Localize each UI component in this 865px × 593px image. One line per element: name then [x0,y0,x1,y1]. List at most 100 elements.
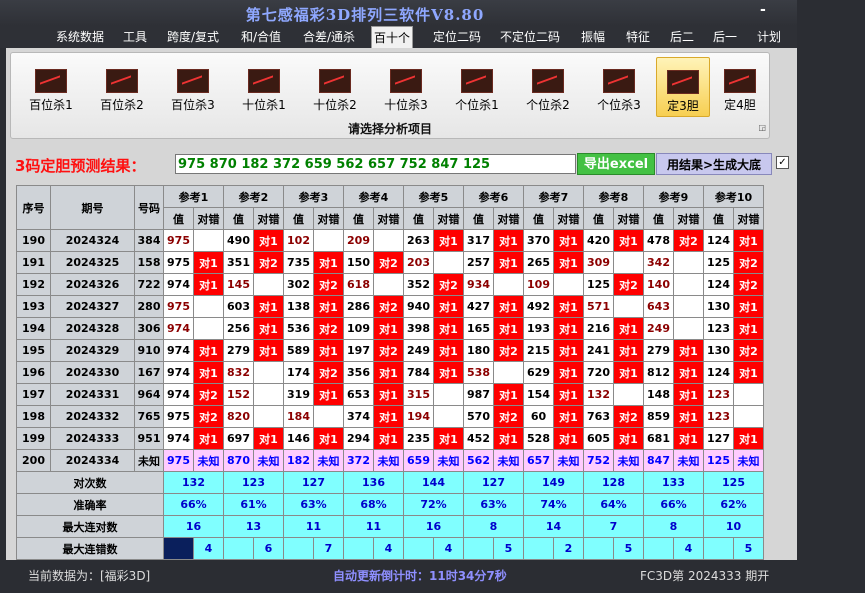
ref-hit [613,251,644,274]
ribbon-button-unit-kill-2[interactable]: 个位杀2 [516,57,580,115]
menu-item-span[interactable]: 跨度/复式 [165,26,221,48]
table-row[interactable]: 191 2024325 158 975 对1 351 对2 735 对1 150 对2 203 257 对… [16,251,764,274]
ribbon-button-hundred-kill-2[interactable]: 百位杀2 [90,57,154,115]
stats-value: 11 [283,515,344,538]
ref-hit: 对1 [553,295,584,318]
row-number: 未知 [134,449,164,472]
menu-item-plan[interactable]: 计划 [755,26,783,48]
ref-hit: 对1 [673,339,704,362]
generate-base-button[interactable]: 用结果>生成大底 [656,153,772,175]
ref-hit [673,317,704,340]
header-hit: 对错 [613,207,644,230]
ref-hit: 对2 [253,251,284,274]
ref-hit: 对1 [673,427,704,450]
table-row[interactable]: 194 2024328 306 974 256 对1 536 对2 109 对1 398 对1 165 对… [16,317,764,340]
stats-value: 125 [703,471,764,494]
ref-value: 478 [643,229,674,252]
ribbon-button-hundred-kill-1[interactable]: 百位杀1 [19,57,83,115]
stats-value: 4 [193,537,224,560]
ref-hit: 对2 [613,273,644,296]
ref-value: 974 [163,339,194,362]
row-seq: 198 [16,405,51,428]
ribbon-button-unit-kill-3[interactable]: 个位杀3 [587,57,651,115]
stats-label: 最大连错数 [16,537,164,560]
ribbon-button-fixed-4[interactable]: 定4胆 [714,57,766,115]
stats-value: 16 [163,515,224,538]
ref-hit: 对1 [613,339,644,362]
ref-hit: 对1 [433,317,464,340]
menu-item-system-data[interactable]: 系统数据 [54,26,106,48]
menu-item-fixed-two[interactable]: 定位二码 [431,26,483,48]
menu-item-amplitude[interactable]: 振幅 [579,26,607,48]
stats-value: 62% [703,493,764,516]
ref-hit: 对1 [733,427,764,450]
ref-value: 309 [583,251,614,274]
header-ref: 参考3 [283,185,344,208]
ref-hit: 对1 [613,317,644,340]
option-checkbox[interactable]: ✓ [776,156,789,169]
ribbon-button-fixed-3[interactable]: 定3胆 [656,57,710,117]
table-row[interactable]: 197 2024331 964 974 对2 152 319 对1 653 对1 315 987 对1 1… [16,383,764,406]
ref-value: 528 [523,427,554,450]
header-value: 值 [283,207,314,230]
ribbon-button-ten-kill-1[interactable]: 十位杀1 [232,57,296,115]
chart-icon [106,69,138,93]
table-row[interactable]: 193 2024327 280 975 603 对1 138 对1 286 对2 940 对1 427 对… [16,295,764,318]
ribbon-button-ten-kill-3[interactable]: 十位杀3 [374,57,438,115]
export-excel-button[interactable]: 导出excel [577,153,655,175]
stats-value: 8 [463,515,524,538]
window-title: 第七感福彩3D排列三软件V8.80 [245,6,485,24]
ref-value: 123 [703,405,734,428]
table-row[interactable]: 199 2024333 951 974 对1 697 对1 146 对1 294 对1 235 对1 45… [16,427,764,450]
ref-hit: 对2 [493,339,524,362]
ref-value: 194 [403,405,434,428]
predict-status: 未知 [673,449,704,472]
ref-value: 603 [223,295,254,318]
ref-hit [433,405,464,428]
header-value: 值 [643,207,674,230]
stats-value: 16 [403,515,464,538]
row-period: 2024324 [50,229,135,252]
ref-value: 720 [583,361,614,384]
header-value: 值 [463,207,494,230]
row-period: 2024325 [50,251,135,274]
ref-value: 152 [223,383,254,406]
ref-value: 148 [643,383,674,406]
menu-item-unfixed-two[interactable]: 不定位二码 [498,26,562,48]
menu-item-diff[interactable]: 合差/通杀 [301,26,357,48]
predict-row[interactable]: 200 2024334 未知 975 未知 870 未知 182 未知 372 未知 659 未知 562… [16,449,764,472]
stats-value: 133 [643,471,704,494]
table-row[interactable]: 195 2024329 910 974 对1 279 对1 589 对1 197 对2 249 对1 18… [16,339,764,362]
ref-hit: 对2 [733,339,764,362]
menu-item-last-two[interactable]: 后二 [668,26,696,48]
ref-value: 209 [343,229,374,252]
prediction-result-field[interactable]: 975 870 182 372 659 562 657 752 847 125 [175,154,576,174]
table-row[interactable]: 192 2024326 722 974 对1 145 302 对2 618 352 对2 934 109… [16,273,764,296]
ribbon-button-unit-kill-1[interactable]: 个位杀1 [445,57,509,115]
table-row[interactable]: 196 2024330 167 974 对1 832 174 对2 356 对1 784 对1 538 6… [16,361,764,384]
table-row[interactable]: 198 2024332 765 975 对2 820 184 374 对1 194 570 对2 60 对… [16,405,764,428]
ribbon-button-hundred-kill-3[interactable]: 百位杀3 [161,57,225,115]
row-number: 167 [134,361,164,384]
chart-icon [35,69,67,93]
minimize-button[interactable]: - [760,2,766,18]
menu-item-last-one[interactable]: 后一 [711,26,739,48]
ref-hit: 对1 [493,317,524,340]
menu-item-position[interactable]: 百十个 [371,26,414,50]
ref-value: 125 [703,251,734,274]
stats-spacer [283,537,314,560]
ref-value: 130 [703,295,734,318]
menu-item-sum[interactable]: 和/合值 [239,26,283,48]
expand-corner-icon[interactable]: ◲ [758,123,766,132]
menu-item-tools[interactable]: 工具 [121,26,149,48]
ref-value: 975 [163,405,194,428]
menu-item-feature[interactable]: 特征 [624,26,652,48]
header-hit: 对错 [373,207,404,230]
table-row[interactable]: 190 2024324 384 975 490 对1 102 209 263 对1 317 对1 370… [16,229,764,252]
chart-icon [461,69,493,93]
ref-hit [313,405,344,428]
ref-hit [193,229,224,252]
ribbon-button-ten-kill-2[interactable]: 十位杀2 [303,57,367,115]
ref-value: 351 [223,251,254,274]
ref-value: 370 [523,229,554,252]
